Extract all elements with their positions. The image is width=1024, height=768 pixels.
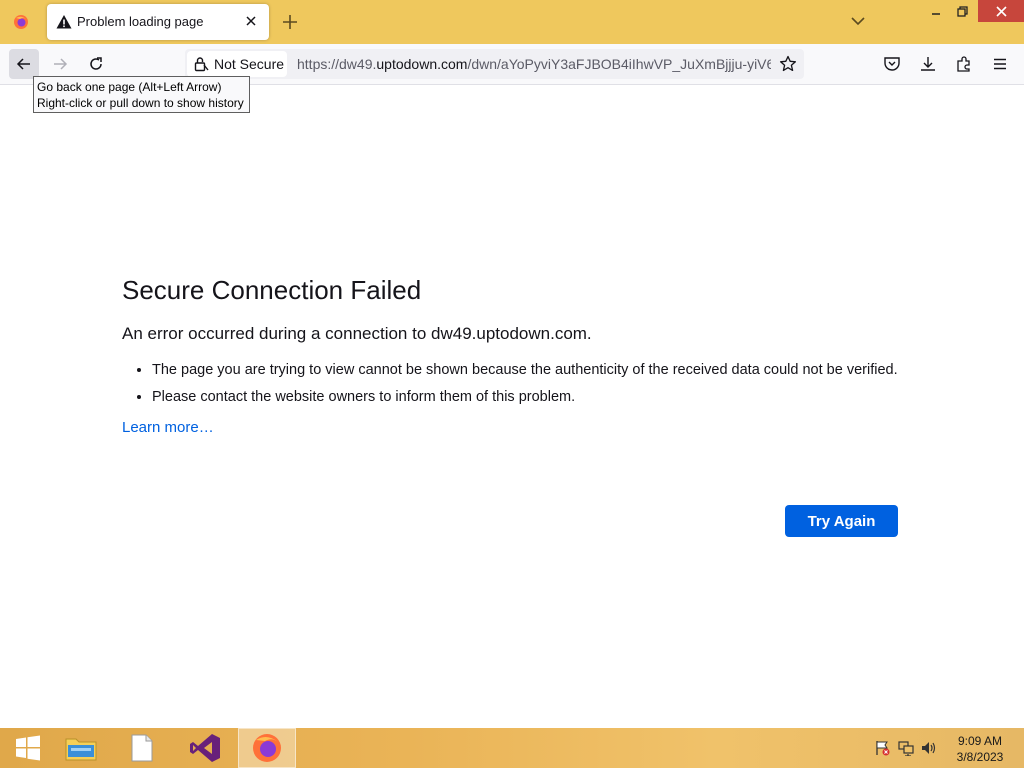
download-icon[interactable] bbox=[919, 55, 937, 73]
error-page: Secure Connection Failed An error occurr… bbox=[122, 274, 902, 436]
taskbar-notepad[interactable] bbox=[114, 728, 170, 768]
pocket-icon[interactable] bbox=[883, 55, 901, 73]
arrow-right-icon bbox=[54, 58, 68, 70]
chevron-down-icon[interactable] bbox=[849, 12, 867, 30]
forward-button[interactable] bbox=[45, 49, 75, 79]
clock-date: 3/8/2023 bbox=[956, 750, 1004, 764]
list-item: Please contact the website owners to inf… bbox=[152, 387, 902, 407]
bookmark-star-icon[interactable] bbox=[779, 55, 797, 73]
hamburger-menu-icon[interactable] bbox=[991, 55, 1009, 73]
url-path: /dwn/aYoPyviY3aFJBOB4iIhwVP_JuXmBjjju-yi… bbox=[467, 56, 771, 72]
taskbar-visual-studio[interactable] bbox=[177, 728, 233, 768]
error-details-list: The page you are trying to view cannot b… bbox=[122, 360, 902, 407]
start-button[interactable] bbox=[0, 728, 56, 768]
document-icon bbox=[131, 734, 153, 762]
minimize-icon bbox=[932, 13, 940, 15]
site-security-button[interactable]: Not Secure bbox=[187, 51, 287, 77]
volume-icon[interactable] bbox=[921, 740, 937, 756]
action-center-flag-icon[interactable] bbox=[874, 740, 890, 756]
title-bar: Problem loading page bbox=[0, 0, 1024, 44]
system-clock[interactable]: 9:09 AM 3/8/2023 bbox=[950, 733, 1010, 765]
tab-title: Problem loading page bbox=[77, 14, 204, 29]
close-tab-icon[interactable] bbox=[243, 13, 259, 29]
active-tab[interactable]: Problem loading page bbox=[47, 4, 269, 40]
security-label: Not Secure bbox=[214, 56, 285, 72]
warning-icon bbox=[56, 15, 72, 29]
close-icon bbox=[995, 5, 1007, 17]
new-tab-icon[interactable] bbox=[280, 12, 300, 32]
visual-studio-icon bbox=[190, 734, 220, 762]
url-text[interactable]: https://dw49.uptodown.com/dwn/aYoPyviY3a… bbox=[297, 56, 771, 72]
extensions-icon[interactable] bbox=[955, 55, 973, 73]
restore-button[interactable] bbox=[945, 0, 979, 22]
back-button-tooltip: Go back one page (Alt+Left Arrow) Right-… bbox=[33, 76, 250, 113]
address-bar[interactable]: Not Secure https://dw49.uptodown.com/dwn… bbox=[185, 49, 804, 79]
taskbar: 9:09 AM 3/8/2023 bbox=[0, 728, 1024, 768]
folder-icon bbox=[65, 738, 97, 761]
url-host: uptodown.com bbox=[376, 56, 468, 72]
arrow-left-icon bbox=[16, 58, 30, 70]
firefox-view-button[interactable] bbox=[0, 0, 42, 44]
reload-button[interactable] bbox=[81, 49, 111, 79]
list-item: The page you are trying to view cannot b… bbox=[152, 360, 902, 380]
close-window-button[interactable] bbox=[978, 0, 1024, 22]
windows-logo-icon bbox=[16, 735, 40, 761]
network-icon[interactable] bbox=[898, 740, 914, 756]
try-again-button[interactable]: Try Again bbox=[785, 505, 898, 537]
url-prefix: https://dw49. bbox=[297, 56, 377, 72]
taskbar-file-explorer[interactable] bbox=[53, 728, 109, 768]
firefox-icon bbox=[253, 734, 281, 762]
broken-lock-icon bbox=[194, 57, 209, 72]
error-subtitle: An error occurred during a connection to… bbox=[122, 324, 592, 343]
restore-icon bbox=[956, 5, 968, 17]
back-button[interactable] bbox=[9, 49, 39, 79]
clock-time: 9:09 AM bbox=[957, 734, 1003, 748]
reload-icon bbox=[90, 57, 102, 70]
page-title: Secure Connection Failed bbox=[122, 275, 422, 305]
firefox-icon bbox=[14, 15, 28, 29]
taskbar-firefox[interactable] bbox=[238, 728, 296, 768]
tooltip-line-2: Right-click or pull down to show history bbox=[37, 96, 244, 110]
tooltip-line-1: Go back one page (Alt+Left Arrow) bbox=[37, 80, 222, 94]
learn-more-link[interactable]: Learn more… bbox=[122, 419, 902, 436]
